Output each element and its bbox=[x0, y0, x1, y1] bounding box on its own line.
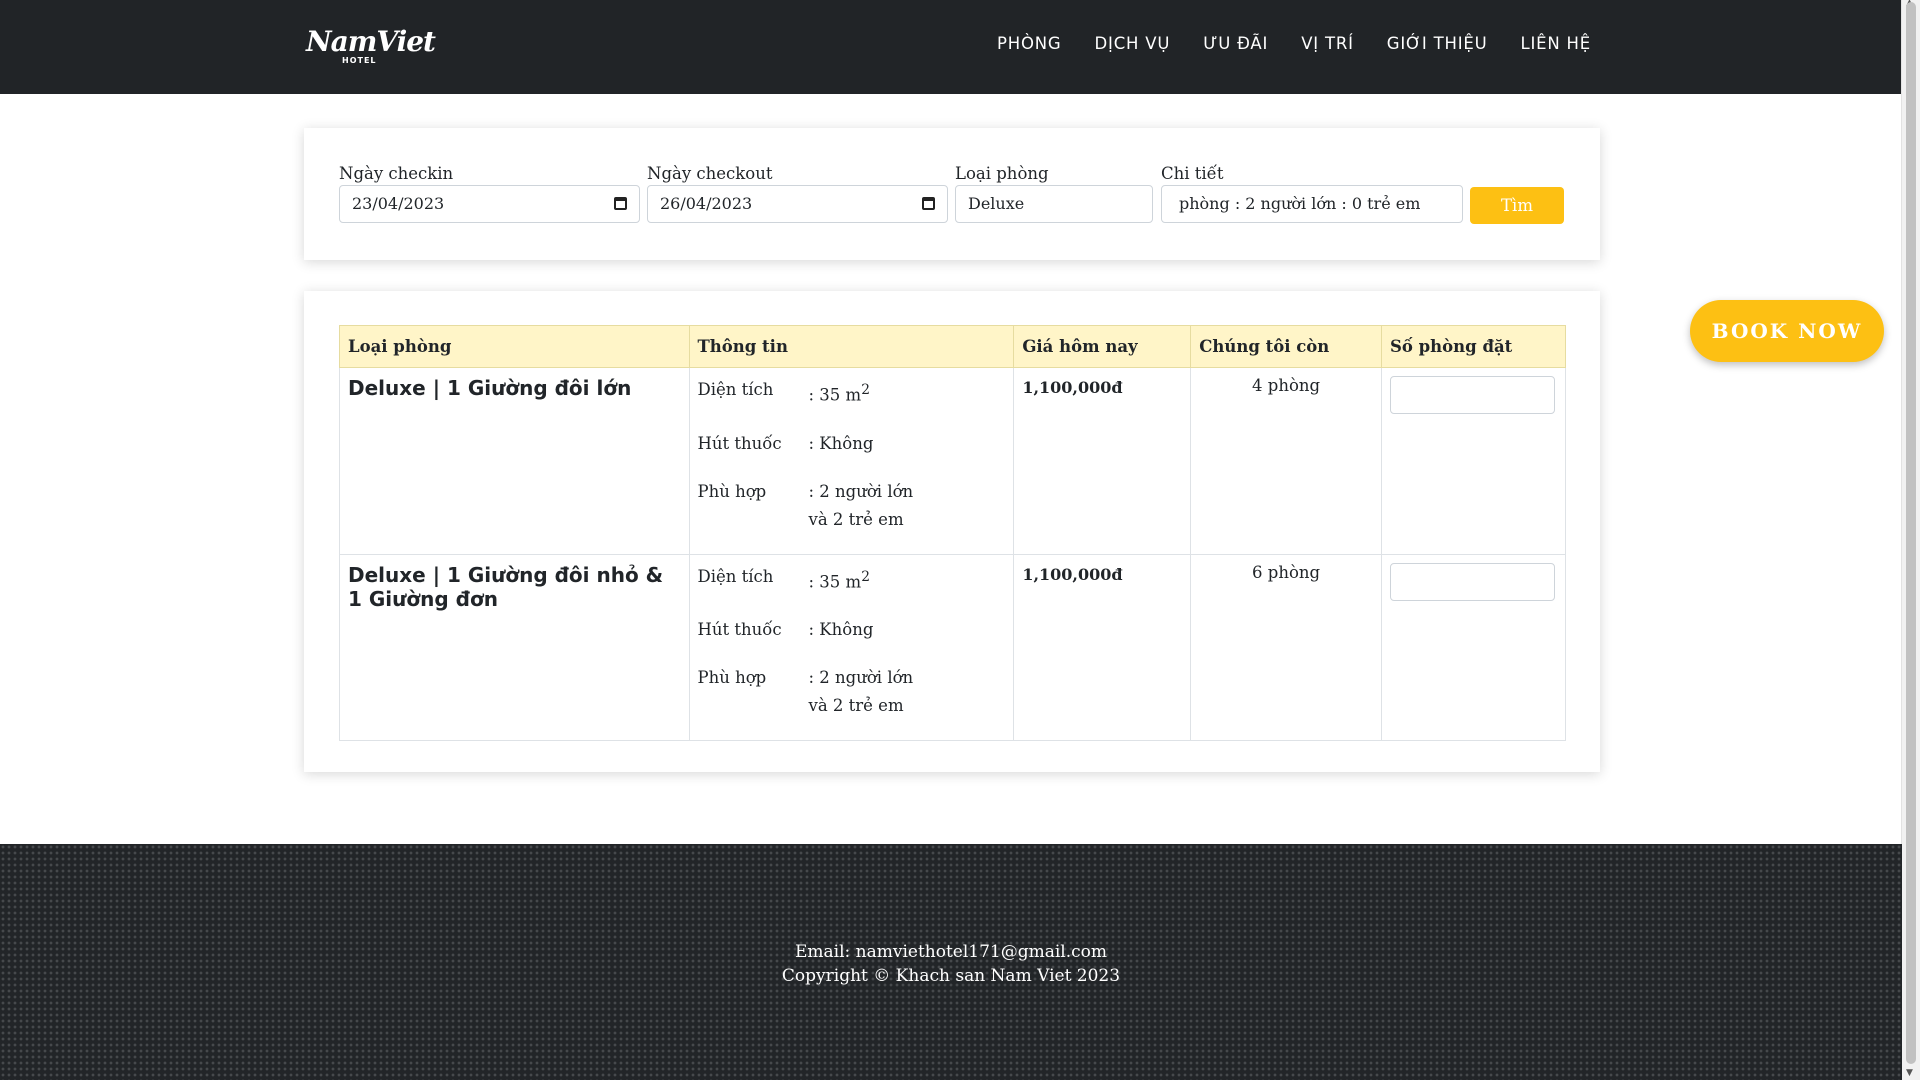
nav-item-contact[interactable]: LIÊN HỆ bbox=[1520, 34, 1591, 53]
checkin-input[interactable]: 23/04/2023 bbox=[339, 185, 640, 223]
room-type-input[interactable]: Deluxe bbox=[955, 185, 1153, 223]
column-header-available: Chúng tôi còn bbox=[1190, 325, 1382, 368]
fit-label: Phù hợp bbox=[697, 668, 767, 687]
footer-email[interactable]: Email: namviethotel171@gmail.com bbox=[0, 942, 1902, 962]
checkout-field: Ngày checkout 26/04/2023 bbox=[647, 164, 948, 223]
nav-item-offers[interactable]: ƯU ĐÃI bbox=[1203, 34, 1268, 53]
area-label: Diện tích bbox=[697, 380, 774, 399]
info-fit: Phù hợp : 2 người lớn và 2 trẻ em bbox=[698, 478, 1006, 534]
info-smoking: Hút thuốc : Không bbox=[698, 430, 1006, 458]
checkin-label: Ngày checkin bbox=[339, 164, 454, 183]
checkout-input[interactable]: 26/04/2023 bbox=[647, 185, 948, 223]
rooms-available: 6 phòng bbox=[1252, 562, 1321, 582]
table-row: Deluxe | 1 Giường đôi nhỏ & 1 Giường đơn… bbox=[339, 553, 1567, 741]
rooms-table: Loại phòng Thông tin Giá hôm nay Chúng t… bbox=[339, 325, 1567, 741]
hotel-logo-sub: HOTEL bbox=[342, 56, 377, 65]
find-button[interactable]: Tìm bbox=[1470, 187, 1564, 224]
room-type-label: Loại phòng bbox=[955, 164, 1049, 183]
area-value: : 35 m bbox=[808, 572, 862, 591]
detail-input[interactable]: phòng : 2 người lớn : 0 trẻ em bbox=[1161, 185, 1463, 223]
fit-value-line1: : 2 người lớn bbox=[808, 481, 914, 501]
info-smoking: Hút thuốc : Không bbox=[698, 616, 1006, 644]
site-header: NamViet HOTEL PHÒNG DỊCH VỤ ƯU ĐÃI VỊ TR… bbox=[0, 0, 1902, 94]
nav-item-rooms[interactable]: PHÒNG bbox=[997, 34, 1061, 53]
detail-label: Chi tiết bbox=[1161, 164, 1224, 183]
area-unit-sup: 2 bbox=[861, 382, 870, 398]
smoking-label: Hút thuốc bbox=[697, 433, 782, 453]
hotel-logo[interactable]: NamViet bbox=[306, 28, 436, 56]
fit-value-line1: : 2 người lớn bbox=[808, 668, 914, 687]
calendar-icon[interactable] bbox=[614, 197, 627, 210]
room-quantity-input[interactable] bbox=[1389, 562, 1555, 601]
checkin-value: 23/04/2023 bbox=[352, 194, 445, 213]
nav-item-services[interactable]: DỊCH VỤ bbox=[1095, 34, 1171, 53]
checkout-label: Ngày checkout bbox=[647, 164, 773, 183]
fit-label: Phù hợp bbox=[697, 481, 767, 501]
table-row: Deluxe | 1 Giường đôi lớn Diện tích : 35… bbox=[339, 367, 1567, 555]
nav-item-location[interactable]: VỊ TRÍ bbox=[1301, 34, 1354, 53]
area-label: Diện tích bbox=[697, 566, 774, 586]
smoking-value: : Không bbox=[808, 620, 874, 639]
room-quantity-input[interactable] bbox=[1389, 376, 1555, 414]
book-now-button[interactable]: BOOK NOW bbox=[1690, 300, 1884, 362]
scroll-down-icon[interactable]: ▼ bbox=[1906, 1068, 1913, 1078]
info-area: Diện tích : 35 m2 bbox=[698, 376, 1006, 410]
room-name: Deluxe | 1 Giường đôi nhỏ & 1 Giường đơn bbox=[348, 562, 664, 611]
checkin-field: Ngày checkin 23/04/2023 bbox=[339, 164, 640, 223]
room-name: Deluxe | 1 Giường đôi lớn bbox=[348, 376, 632, 400]
info-area: Diện tích : 35 m2 bbox=[698, 563, 1006, 597]
detail-value: phòng : 2 người lớn : 0 trẻ em bbox=[1179, 194, 1421, 213]
world-map-background bbox=[0, 844, 1902, 1080]
nav-item-about[interactable]: GIỚI THIỆU bbox=[1387, 34, 1488, 53]
detail-field: Chi tiết phòng : 2 người lớn : 0 trẻ em bbox=[1161, 164, 1463, 223]
fit-value-line2: và 2 trẻ em bbox=[808, 696, 904, 715]
site-footer: Email: namviethotel171@gmail.com Copyrig… bbox=[0, 844, 1902, 1080]
info-fit: Phù hợp : 2 người lớn và 2 trẻ em bbox=[698, 664, 1006, 720]
room-type-field: Loại phòng Deluxe bbox=[955, 164, 1153, 223]
column-header-room-type: Loại phòng bbox=[339, 325, 690, 368]
fit-value-line2: và 2 trẻ em bbox=[808, 509, 904, 529]
smoking-value: : Không bbox=[808, 433, 874, 453]
search-panel: Ngày checkin 23/04/2023 Ngày checkout 26… bbox=[304, 128, 1600, 260]
area-unit-sup: 2 bbox=[861, 568, 870, 585]
main-nav: PHÒNG DỊCH VỤ ƯU ĐÃI VỊ TRÍ GIỚI THIỆU L… bbox=[964, 34, 1591, 53]
column-header-quantity: Số phòng đặt bbox=[1380, 325, 1567, 368]
table-header-row: Loại phòng Thông tin Giá hôm nay Chúng t… bbox=[339, 325, 1567, 368]
scroll-thumb[interactable] bbox=[1906, 2, 1916, 1064]
area-value: : 35 m bbox=[808, 385, 862, 405]
room-price: 1,100,000đ bbox=[1022, 564, 1123, 584]
calendar-icon[interactable] bbox=[922, 197, 935, 210]
column-header-price: Giá hôm nay bbox=[1013, 325, 1192, 368]
rooms-available: 4 phòng bbox=[1252, 376, 1321, 395]
column-header-info: Thông tin bbox=[688, 325, 1015, 368]
room-price: 1,100,000đ bbox=[1022, 378, 1123, 397]
room-type-value: Deluxe bbox=[968, 194, 1025, 213]
footer-copyright: Copyright © Khach san Nam Viet 2023 bbox=[781, 966, 1121, 986]
smoking-label: Hút thuốc bbox=[697, 620, 782, 639]
results-panel: Loại phòng Thông tin Giá hôm nay Chúng t… bbox=[304, 291, 1600, 772]
page-scrollbar[interactable]: ▲ ▼ bbox=[1901, 0, 1920, 1080]
checkout-value: 26/04/2023 bbox=[660, 194, 753, 213]
